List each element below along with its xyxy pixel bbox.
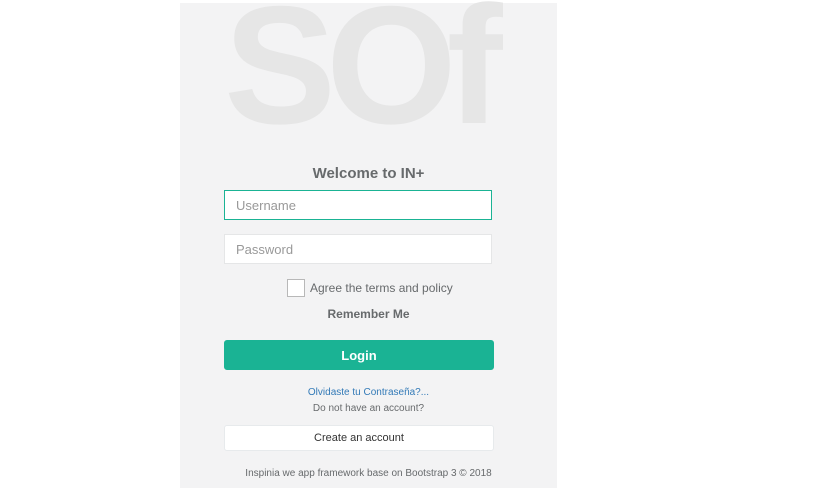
welcome-title: Welcome to IN+	[312, 165, 425, 182]
username-input[interactable]	[224, 190, 492, 220]
terms-row[interactable]: Agree the terms and policy	[287, 278, 453, 298]
terms-checkbox[interactable]	[287, 279, 305, 297]
logo-watermark: SOf	[224, 0, 503, 159]
forgot-password-link[interactable]: Olvidaste tu Contraseña?...	[180, 387, 557, 398]
login-panel: SOf Welcome to IN+ Agree the terms and p…	[180, 0, 557, 488]
login-button[interactable]: Login	[224, 340, 494, 370]
password-input[interactable]	[224, 234, 492, 264]
footer-text: Inspinia we app framework base on Bootst…	[245, 468, 492, 479]
terms-label: Agree the terms and policy	[310, 281, 453, 295]
create-account-button[interactable]: Create an account	[224, 425, 494, 451]
remember-me-label: Remember Me	[327, 307, 410, 321]
no-account-text: Do not have an account?	[312, 403, 425, 414]
